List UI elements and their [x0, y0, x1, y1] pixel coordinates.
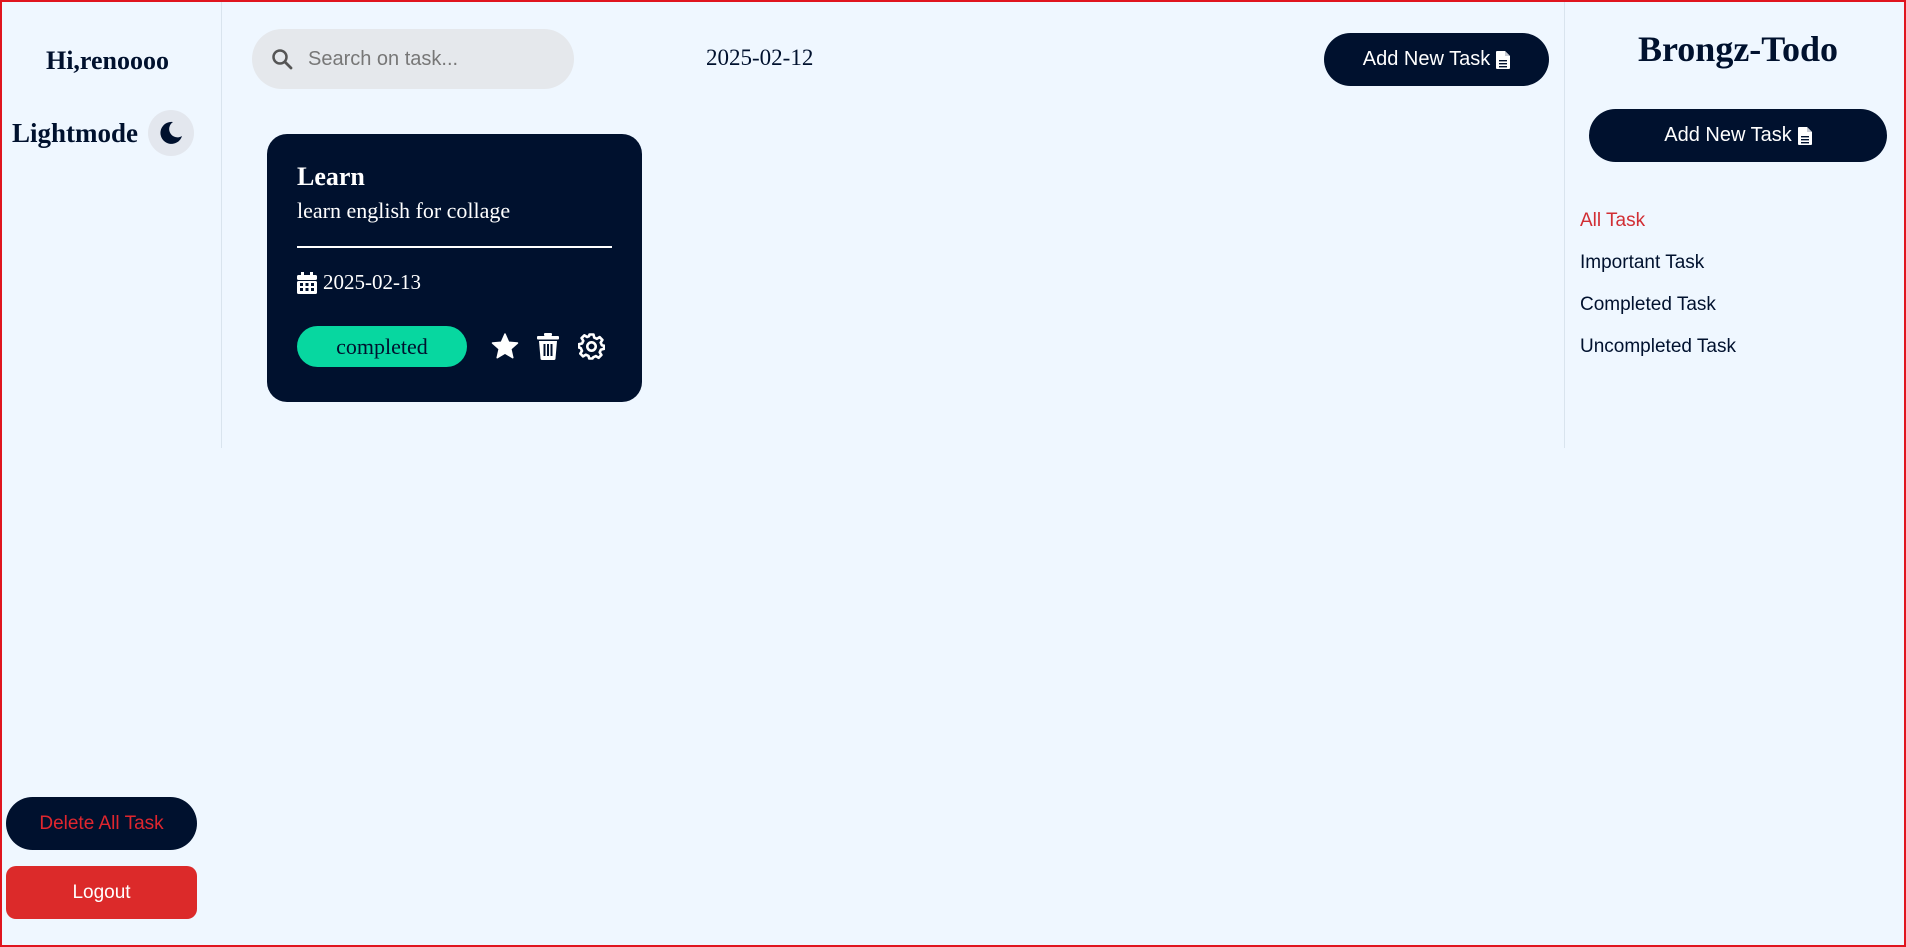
nav-item-all-task[interactable]: All Task — [1580, 206, 1736, 248]
current-date: 2025-02-12 — [706, 45, 814, 70]
trash-icon[interactable] — [533, 332, 563, 362]
sidebar-add-new-task-label: Add New Task — [1664, 124, 1792, 146]
right-divider — [1564, 2, 1565, 448]
task-actions: completed — [297, 326, 612, 367]
calendar-icon — [297, 271, 317, 294]
task-date: 2025-02-13 — [323, 270, 421, 294]
nav-item-uncompleted-task[interactable]: Uncompleted Task — [1580, 332, 1736, 374]
theme-toggle-button[interactable] — [148, 110, 195, 156]
add-new-task-label: Add New Task — [1362, 48, 1491, 70]
task-divider — [297, 246, 612, 248]
search-icon — [272, 49, 293, 70]
search-box[interactable] — [252, 29, 574, 89]
greeting-text: Hi,renoooo — [45, 46, 170, 75]
left-sidebar: Hi,renoooo Lightmode Delete All Task Log… — [2, 2, 221, 947]
moon-icon — [160, 121, 183, 144]
logout-button[interactable]: Logout — [6, 866, 197, 919]
file-icon — [1797, 126, 1812, 145]
task-description: learn english for collage — [297, 198, 511, 223]
nav-item-important-task[interactable]: Important Task — [1580, 248, 1736, 290]
task-card: Learn learn english for collage 2025-02-… — [267, 134, 642, 402]
theme-mode-row: Lightmode — [12, 110, 195, 156]
task-date-row: 2025-02-13 — [297, 270, 612, 295]
brand-title: Brongz-Todo — [1637, 29, 1839, 69]
sidebar-add-new-task-button[interactable]: Add New Task — [1589, 109, 1887, 162]
add-new-task-button[interactable]: Add New Task — [1324, 33, 1549, 86]
task-status-button[interactable]: completed — [297, 326, 467, 367]
star-icon[interactable] — [490, 332, 520, 362]
delete-all-task-button[interactable]: Delete All Task — [6, 797, 197, 850]
file-icon — [1496, 50, 1511, 69]
gear-icon[interactable] — [576, 332, 606, 362]
nav-item-completed-task[interactable]: Completed Task — [1580, 290, 1736, 332]
search-input[interactable] — [308, 47, 548, 71]
left-divider — [221, 2, 222, 448]
task-filter-nav: All Task Important Task Completed Task U… — [1580, 206, 1736, 374]
task-title: Learn — [297, 162, 365, 191]
theme-mode-label: Lightmode — [12, 117, 139, 148]
